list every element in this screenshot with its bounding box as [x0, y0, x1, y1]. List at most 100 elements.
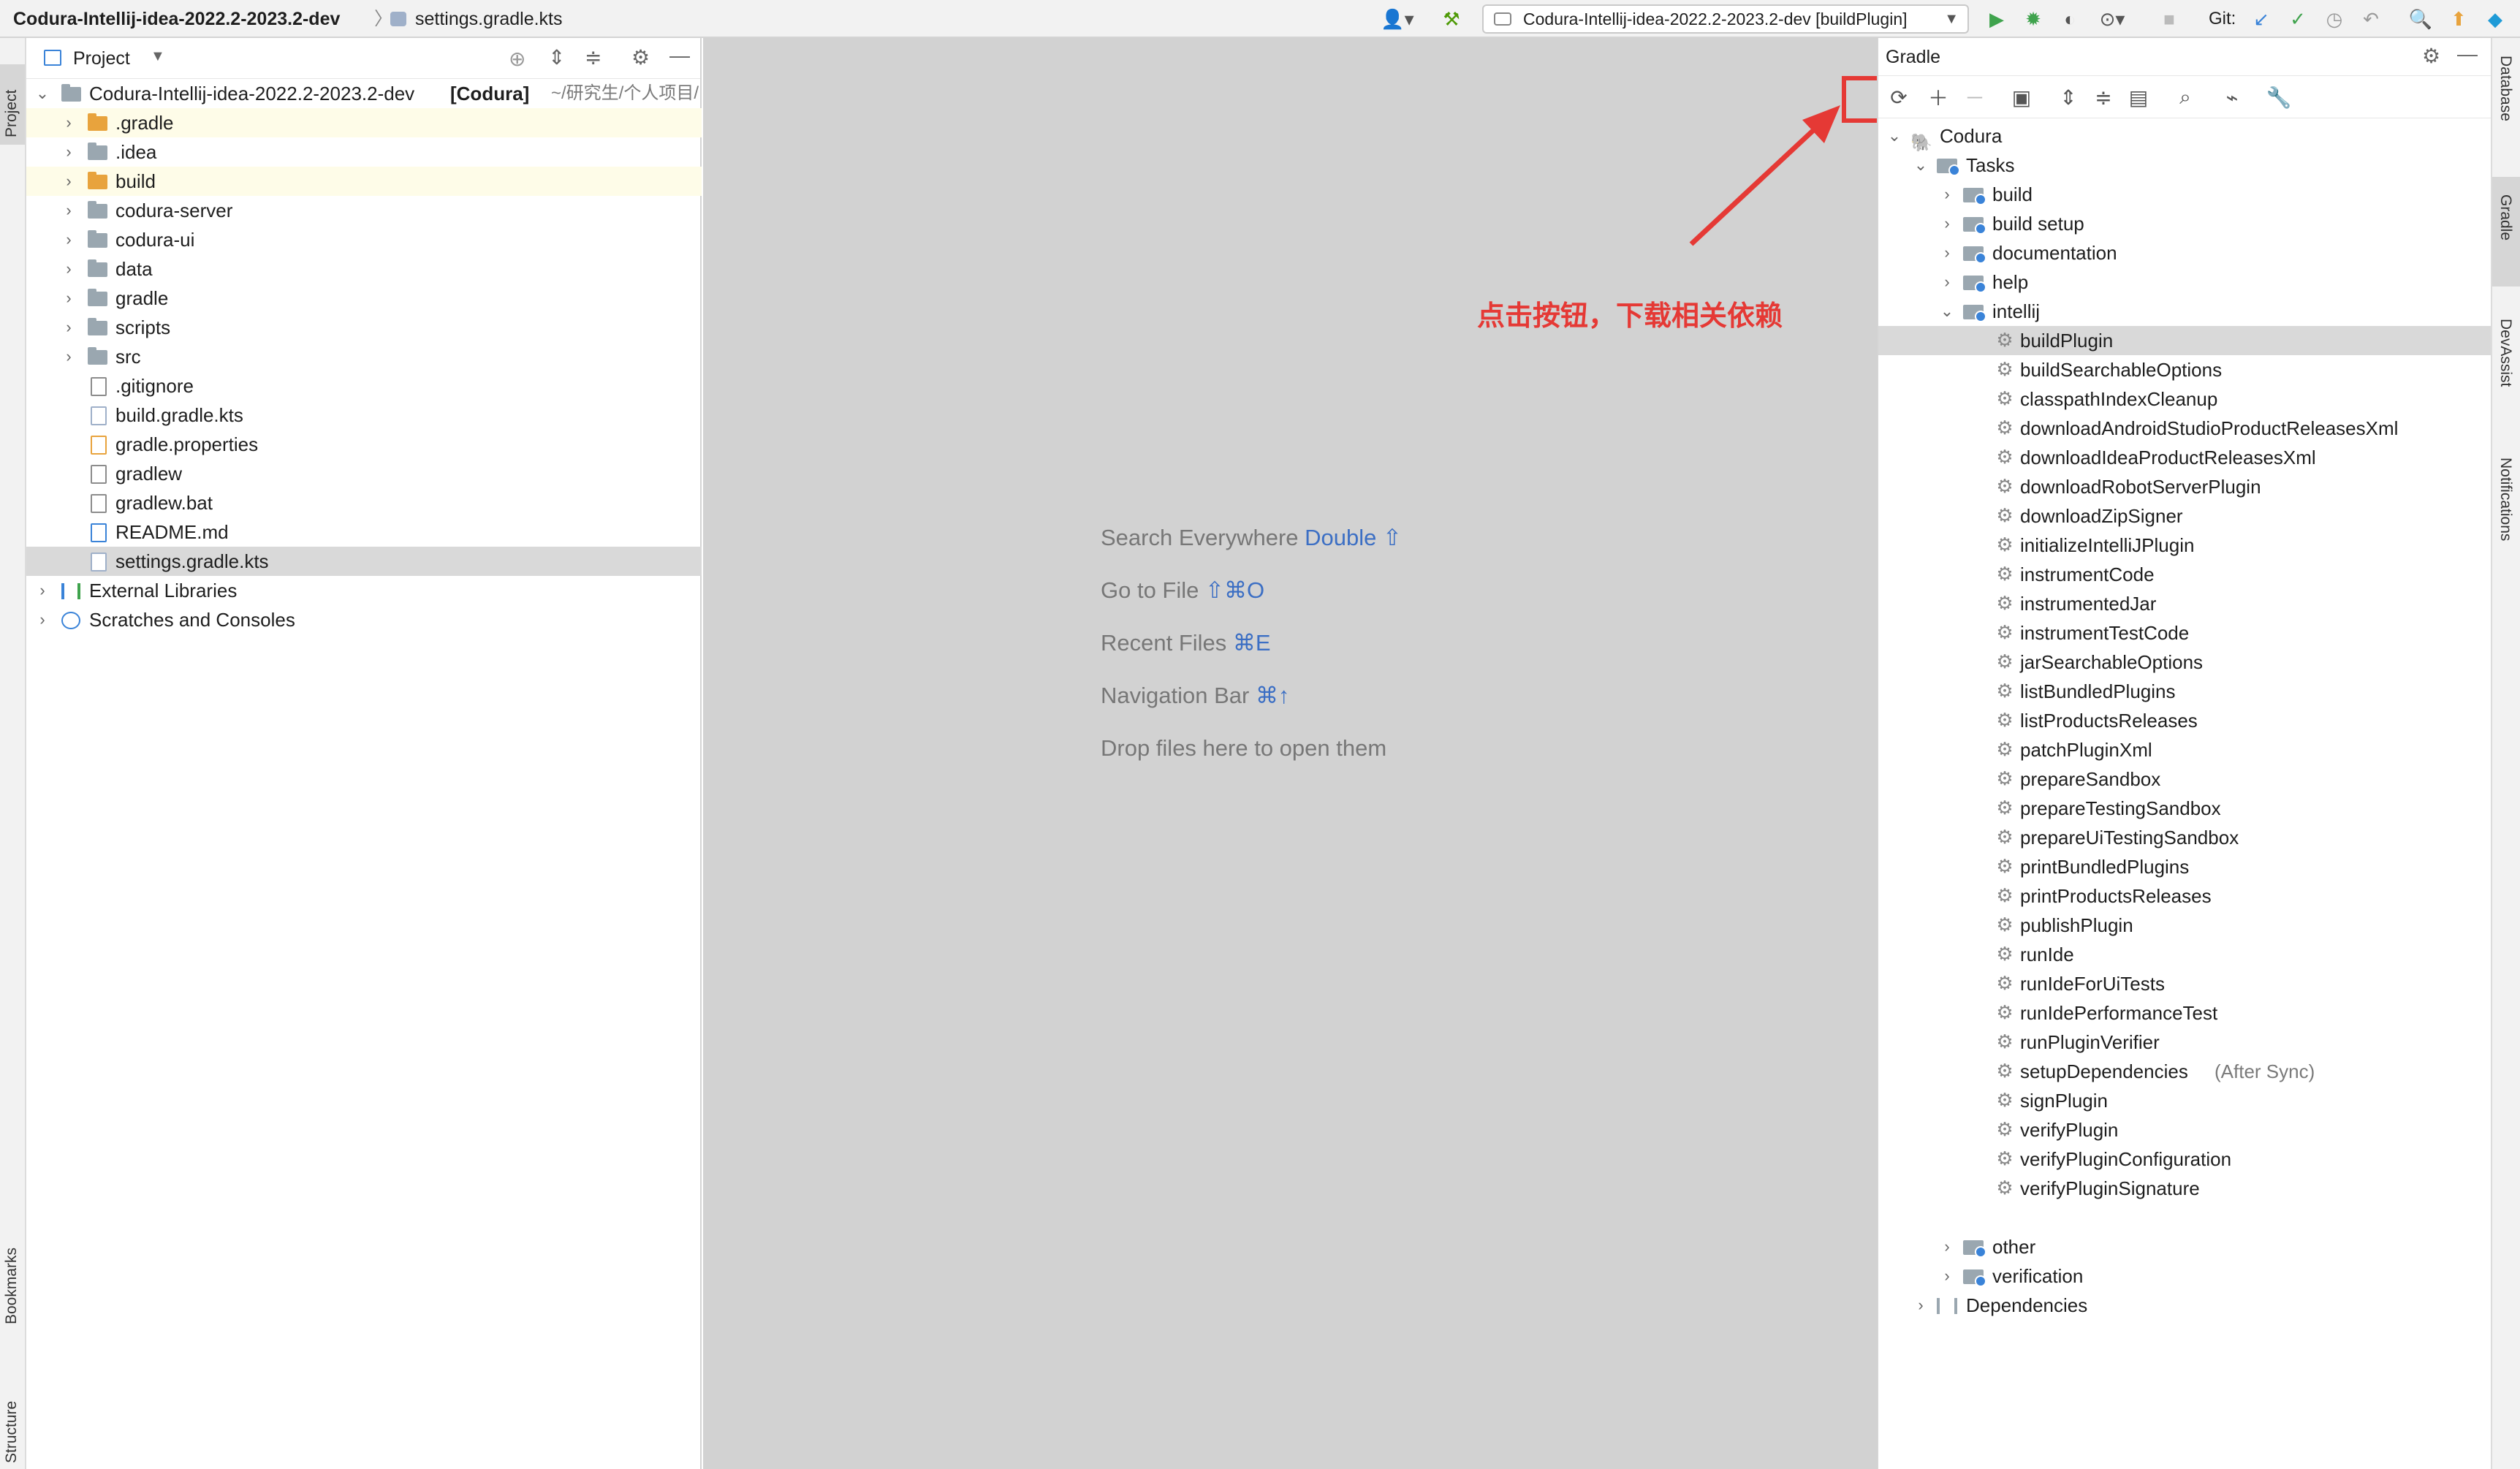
chevron-right-icon[interactable]: › — [60, 167, 77, 196]
tab-project[interactable]: Project — [0, 64, 25, 145]
hide-panel-icon[interactable]: — — [2457, 42, 2478, 66]
task-group-build[interactable]: › build — [1878, 180, 2492, 209]
task-group-help[interactable]: › help — [1878, 267, 2492, 297]
tree-item-scripts[interactable]: › scripts — [26, 313, 702, 342]
gradle-task-printProductsReleases[interactable]: ⚙ printProductsReleases — [1878, 881, 2492, 911]
task-group-documentation[interactable]: › documentation — [1878, 238, 2492, 267]
gradle-task-patchPluginXml[interactable]: ⚙ patchPluginXml — [1878, 735, 2492, 764]
stop-icon[interactable]: ■ — [2156, 6, 2182, 32]
chevron-down-icon[interactable]: ⌄ — [1938, 297, 1956, 326]
gradle-task-printBundledPlugins[interactable]: ⚙ printBundledPlugins — [1878, 852, 2492, 881]
gradle-task-buildSearchableOptions[interactable]: ⚙ buildSearchableOptions — [1878, 355, 2492, 384]
git-update-icon[interactable]: ↙ — [2247, 6, 2276, 32]
tree-item-codura-server[interactable]: › codura-server — [26, 196, 702, 225]
gradle-task-prepareTestingSandbox[interactable]: ⚙ prepareTestingSandbox — [1878, 794, 2492, 823]
gradle-task-publishPlugin[interactable]: ⚙ publishPlugin — [1878, 911, 2492, 940]
jetbrains-toolbox-icon[interactable]: ◆ — [2481, 6, 2510, 32]
tree-item-gradlew-bat[interactable]: gradlew.bat — [26, 488, 702, 517]
git-rollback-icon[interactable]: ↶ — [2356, 6, 2386, 32]
reload-gradle-projects-icon[interactable]: ⟳ — [1883, 83, 1915, 112]
expand-all-icon[interactable]: ⇕ — [548, 45, 565, 69]
collapse-all-icon[interactable]: ≑ — [585, 45, 601, 69]
expand-all-icon[interactable]: ⇕ — [2052, 83, 2084, 112]
chevron-right-icon[interactable]: › — [1938, 267, 1956, 297]
build-tool-settings-icon[interactable]: 🔧 — [2263, 83, 2295, 112]
gradle-task-prepareUiTestingSandbox[interactable]: ⚙ prepareUiTestingSandbox — [1878, 823, 2492, 852]
chevron-right-icon[interactable]: › — [60, 108, 77, 137]
gradle-tasks-row[interactable]: ⌄ Tasks — [1878, 151, 2492, 180]
gradle-task-classpathIndexCleanup[interactable]: ⚙ classpathIndexCleanup — [1878, 384, 2492, 414]
chevron-down-icon[interactable]: ⌄ — [34, 79, 51, 108]
execute-task-icon[interactable]: ▣ — [2005, 83, 2038, 112]
chevron-down-icon[interactable]: ▼ — [151, 48, 165, 65]
settings-gear-icon[interactable]: ⚙ — [631, 45, 650, 69]
tab-bookmarks[interactable]: Bookmarks — [0, 1215, 25, 1324]
tab-gradle[interactable]: Gradle — [2492, 177, 2520, 286]
gradle-root-row[interactable]: ⌄ 🐘 Codura — [1878, 121, 2492, 153]
tree-item-src[interactable]: › src — [26, 342, 702, 371]
locate-file-icon[interactable]: ⊕ — [509, 47, 525, 71]
gradle-task-verifyPluginSignature[interactable]: ⚙ verifyPluginSignature — [1878, 1174, 2492, 1203]
chevron-right-icon[interactable]: › — [60, 284, 77, 313]
gradle-task-downloadZipSigner[interactable]: ⚙ downloadZipSigner — [1878, 501, 2492, 531]
chevron-right-icon[interactable]: › — [60, 313, 77, 342]
breadcrumb-project[interactable]: Codura-Intellij-idea-2022.2-2023.2-dev — [13, 0, 340, 38]
run-configuration-select[interactable]: Codura-Intellij-idea-2022.2-2023.2-dev [… — [1482, 4, 1969, 34]
gradle-task-listBundledPlugins[interactable]: ⚙ listBundledPlugins — [1878, 677, 2492, 706]
tree-item-idea[interactable]: › .idea — [26, 137, 702, 167]
settings-gear-icon[interactable]: ⚙ — [2422, 44, 2440, 68]
profile-icon[interactable]: ⊙▾ — [2092, 6, 2133, 32]
chevron-right-icon[interactable]: › — [1938, 209, 1956, 238]
gradle-task-buildPlugin[interactable]: ⚙ buildPlugin — [1878, 326, 2492, 355]
gradle-task-runIdePerformanceTest[interactable]: ⚙ runIdePerformanceTest — [1878, 998, 2492, 1028]
chevron-right-icon[interactable]: › — [60, 254, 77, 284]
chevron-right-icon[interactable]: › — [1938, 1261, 1956, 1291]
gradle-task-downloadAndroidStudioProductReleasesXml[interactable]: ⚙ downloadAndroidStudioProductReleasesXml — [1878, 414, 2492, 443]
collapse-all-icon[interactable]: ≑ — [2087, 83, 2119, 112]
gradle-task-instrumentCode[interactable]: ⚙ instrumentCode — [1878, 560, 2492, 589]
coverage-icon[interactable]: ◐ — [2055, 6, 2084, 32]
chevron-right-icon[interactable]: › — [1938, 1232, 1956, 1261]
gradle-task-runPluginVerifier[interactable]: ⚙ runPluginVerifier — [1878, 1028, 2492, 1057]
tree-item-data[interactable]: › data — [26, 254, 702, 284]
gradle-task-verifyPluginConfiguration[interactable]: ⚙ verifyPluginConfiguration — [1878, 1145, 2492, 1174]
tree-item-gradle[interactable]: › gradle — [26, 284, 702, 313]
chevron-right-icon[interactable]: › — [60, 196, 77, 225]
tab-structure[interactable]: Structure — [0, 1354, 25, 1463]
chevron-right-icon[interactable]: › — [60, 137, 77, 167]
gradle-task-runIde[interactable]: ⚙ runIde — [1878, 940, 2492, 969]
gradle-task-initializeIntelliJPlugin[interactable]: ⚙ initializeIntelliJPlugin — [1878, 531, 2492, 560]
project-root-row[interactable]: ⌄ Codura-Intellij-idea-2022.2-2023.2-dev… — [26, 79, 702, 108]
chevron-right-icon[interactable]: › — [60, 342, 77, 371]
tree-item-scratches[interactable]: › Scratches and Consoles — [26, 605, 702, 634]
gradle-task-listProductsReleases[interactable]: ⚙ listProductsReleases — [1878, 706, 2492, 735]
gradle-task-verifyPlugin[interactable]: ⚙ verifyPlugin — [1878, 1115, 2492, 1145]
git-history-icon[interactable]: ◷ — [2320, 6, 2349, 32]
add-icon[interactable]: ＋ — [1922, 83, 1954, 112]
user-account-icon[interactable]: 👤▾ — [1377, 6, 1418, 32]
toggle-offline-icon[interactable]: ⌁ — [2216, 83, 2248, 112]
hide-panel-icon[interactable]: — — [669, 44, 690, 67]
gradle-dependencies-row[interactable]: › Dependencies — [1878, 1291, 2492, 1320]
chevron-right-icon[interactable]: › — [60, 225, 77, 254]
chevron-right-icon[interactable]: › — [1938, 180, 1956, 209]
task-group-build-setup[interactable]: › build setup — [1878, 209, 2492, 238]
tree-item-gradlew[interactable]: gradlew — [26, 459, 702, 488]
debug-icon[interactable]: ✹ — [2019, 6, 2048, 32]
run-icon[interactable]: ▶ — [1982, 6, 2011, 32]
chevron-right-icon[interactable]: › — [34, 576, 51, 605]
tree-item-build[interactable]: › build — [26, 167, 702, 196]
tree-item-codura-ui[interactable]: › codura-ui — [26, 225, 702, 254]
task-group-intellij[interactable]: ⌄ intellij — [1878, 297, 2492, 326]
gradle-task-downloadRobotServerPlugin[interactable]: ⚙ downloadRobotServerPlugin — [1878, 472, 2492, 501]
chevron-down-icon[interactable]: ⌄ — [1912, 151, 1929, 180]
task-group-verification[interactable]: › verification — [1878, 1261, 2492, 1291]
chevron-right-icon[interactable]: › — [34, 605, 51, 634]
update-icon[interactable]: ⬆ — [2444, 6, 2473, 32]
tree-item-build-gradle-kts[interactable]: build.gradle.kts — [26, 401, 702, 430]
build-hammer-icon[interactable]: ⚒ — [1437, 6, 1466, 32]
gradle-task-downloadIdeaProductReleasesXml[interactable]: ⚙ downloadIdeaProductReleasesXml — [1878, 443, 2492, 472]
analyze-dependencies-icon[interactable]: ⌕ — [2169, 83, 2201, 112]
group-modules-icon[interactable]: ▤ — [2122, 83, 2155, 112]
chevron-right-icon[interactable]: › — [1938, 238, 1956, 267]
